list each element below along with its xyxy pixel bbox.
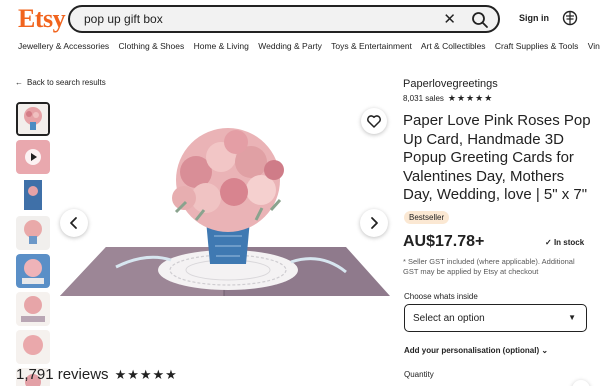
reviews-summary: 1,791 reviews ★★★★★ (16, 366, 178, 383)
chevron-down-icon: ⌄ (541, 346, 549, 355)
back-to-search-link[interactable]: ← Back to search results (15, 78, 106, 87)
close-icon[interactable]: ✕ (443, 10, 456, 28)
thumbnail-5[interactable] (16, 254, 50, 288)
search-icon[interactable] (470, 10, 490, 30)
stock-status: ✓ In stock (545, 238, 584, 247)
product-title: Paper Love Pink Roses Pop Up Card, Handm… (403, 112, 591, 203)
chevron-left-icon (70, 217, 77, 229)
gst-note: * Seller GST included (where applicable)… (403, 257, 575, 276)
thumbnail-3[interactable] (16, 178, 50, 212)
category-link[interactable]: Clothing & Shoes (119, 41, 185, 51)
sales-count: 8,031 sales (403, 94, 444, 103)
category-link[interactable]: Jewellery & Accessories (18, 41, 109, 51)
star-rating-icon: ★★★★★ (114, 367, 178, 382)
category-link[interactable]: Wedding & Party (258, 41, 322, 51)
bestseller-badge: Bestseller (404, 211, 450, 224)
category-link[interactable]: Art & Collectibles (421, 41, 486, 51)
product-image[interactable] (56, 102, 392, 350)
back-label: Back to search results (27, 78, 106, 87)
reviews-count: 1,791 reviews (16, 366, 109, 383)
scroll-to-top-button[interactable] (572, 380, 590, 386)
search-bar[interactable]: pop up gift box ✕ (68, 5, 500, 33)
header: Etsy pop up gift box ✕ Sign in (0, 0, 600, 38)
personalisation-toggle[interactable]: Add your personalisation (optional) ⌄ (404, 346, 548, 355)
thumbnail-4[interactable] (16, 216, 50, 250)
category-link[interactable]: Home & Living (194, 41, 249, 51)
cart-icon[interactable] (562, 10, 578, 26)
etsy-logo[interactable]: Etsy (18, 4, 66, 34)
thumbnail-6[interactable] (16, 292, 50, 326)
quantity-label: Quantity (404, 370, 434, 379)
category-link[interactable]: Craft Supplies & Tools (495, 41, 578, 51)
option-select-value: Select an option (413, 313, 485, 324)
arrow-left-icon: ← (15, 78, 23, 87)
shop-sales: 8,031 sales ★★★★★ (403, 93, 493, 104)
search-input[interactable]: pop up gift box (84, 12, 163, 26)
option-select[interactable]: Select an option ▼ (404, 304, 587, 332)
thumbnail-7[interactable] (16, 330, 50, 364)
personalisation-label: Add your personalisation (optional) (404, 346, 540, 355)
stock-label: In stock (553, 238, 585, 247)
category-link[interactable]: Vintage (588, 41, 600, 51)
favorite-button[interactable] (361, 108, 387, 134)
thumbnail-1[interactable] (16, 102, 50, 136)
product-price: AU$17.78+ (403, 233, 485, 250)
star-rating-icon: ★★★★★ (447, 93, 494, 103)
checkmark-icon: ✓ (545, 238, 552, 247)
sign-in-link[interactable]: Sign in (519, 13, 549, 23)
category-link[interactable]: Toys & Entertainment (331, 41, 412, 51)
next-image-button[interactable] (360, 209, 388, 237)
option-label: Choose whats inside (404, 292, 478, 301)
thumbnail-2[interactable] (16, 140, 50, 174)
caret-down-icon: ▼ (568, 313, 576, 322)
heart-icon (367, 115, 381, 128)
previous-image-button[interactable] (60, 209, 88, 237)
shop-name-link[interactable]: Paperlovegreetings (403, 78, 498, 90)
chevron-right-icon (371, 217, 378, 229)
category-nav: Jewellery & Accessories Clothing & Shoes… (18, 41, 600, 55)
